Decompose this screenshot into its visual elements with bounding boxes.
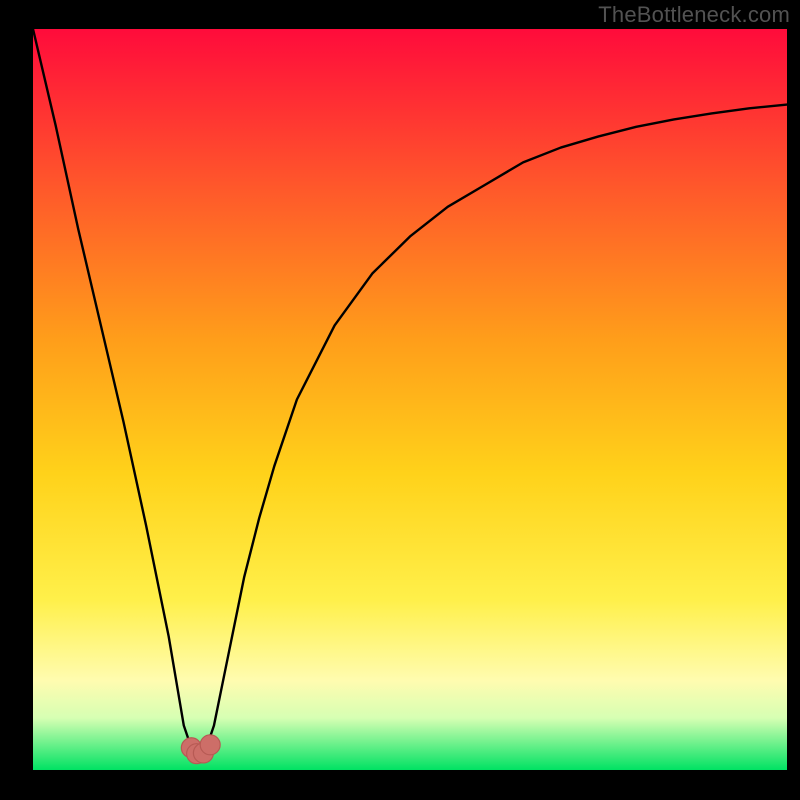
bottleneck-chart <box>0 0 800 800</box>
chart-frame: { "watermark": "TheBottleneck.com", "col… <box>0 0 800 800</box>
curve-marker <box>200 735 220 755</box>
plot-background <box>33 29 787 770</box>
watermark-text: TheBottleneck.com <box>598 2 790 28</box>
